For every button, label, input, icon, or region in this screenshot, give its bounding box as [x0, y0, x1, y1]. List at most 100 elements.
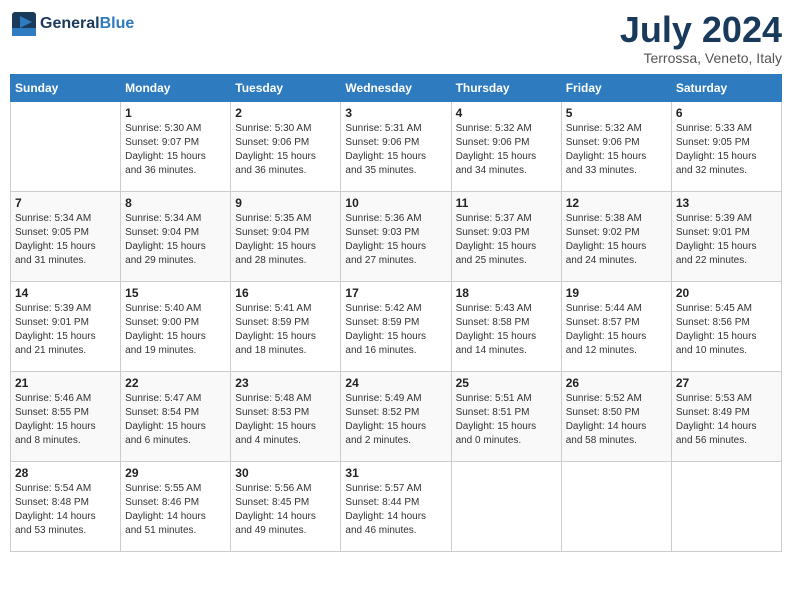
day-number: 23: [235, 376, 336, 390]
calendar-cell: 27Sunrise: 5:53 AM Sunset: 8:49 PM Dayli…: [671, 371, 781, 461]
day-info: Sunrise: 5:42 AM Sunset: 8:59 PM Dayligh…: [345, 302, 446, 358]
calendar-cell: 26Sunrise: 5:52 AM Sunset: 8:50 PM Dayli…: [561, 371, 671, 461]
day-number: 5: [566, 106, 667, 120]
day-number: 9: [235, 196, 336, 210]
day-info: Sunrise: 5:44 AM Sunset: 8:57 PM Dayligh…: [566, 302, 667, 358]
day-number: 31: [345, 466, 446, 480]
logo-general: General: [40, 15, 100, 32]
month-title: July 2024: [620, 10, 782, 50]
day-number: 3: [345, 106, 446, 120]
calendar-cell: 25 Sunrise: 5:51 AM Sunset: 8:51 PM Dayli…: [451, 371, 561, 461]
calendar-cell: 13 Sunrise: 5:39 AM Sunset: 9:01 PM Dayli…: [671, 191, 781, 281]
day-info: Sunrise: 5:34 AM Sunset: 9:05 PM Dayligh…: [15, 212, 116, 268]
day-number: 28: [15, 466, 116, 480]
day-info: Sunrise: 5:47 AM Sunset: 8:54 PM Dayligh…: [125, 392, 226, 448]
calendar-cell: 5 Sunrise: 5:32 AM Sunset: 9:06 PM Daylig…: [561, 101, 671, 191]
calendar-cell: 29Sunrise: 5:55 AM Sunset: 8:46 PM Dayli…: [121, 461, 231, 551]
calendar-cell: [671, 461, 781, 551]
header-saturday: Saturday: [671, 74, 781, 101]
day-info: Sunrise: 5:39 AM Sunset: 9:01 PM Dayligh…: [15, 302, 116, 358]
week-row-5: 28 Sunrise: 5:54 AM Sunset: 8:48 PM Dayli…: [11, 461, 782, 551]
calendar-cell: [561, 461, 671, 551]
calendar-cell: 18Sunrise: 5:43 AM Sunset: 8:58 PM Dayli…: [451, 281, 561, 371]
calendar-cell: 14 Sunrise: 5:39 AM Sunset: 9:01 PM Dayli…: [11, 281, 121, 371]
day-number: 25: [456, 376, 557, 390]
calendar-cell: 22 Sunrise: 5:47 AM Sunset: 8:54 PM Dayli…: [121, 371, 231, 461]
calendar-cell: 3 Sunrise: 5:31 AM Sunset: 9:06 PM Daylig…: [341, 101, 451, 191]
day-number: 2: [235, 106, 336, 120]
day-number: 13: [676, 196, 777, 210]
header-wednesday: Wednesday: [341, 74, 451, 101]
day-number: 15: [125, 286, 226, 300]
day-info: Sunrise: 5:45 AM Sunset: 8:56 PM Dayligh…: [676, 302, 777, 358]
week-row-2: 7 Sunrise: 5:34 AM Sunset: 9:05 PM Daylig…: [11, 191, 782, 281]
day-info: Sunrise: 5:57 AM Sunset: 8:44 PM Dayligh…: [345, 482, 446, 538]
day-info: Sunrise: 5:34 AM Sunset: 9:04 PM Dayligh…: [125, 212, 226, 268]
calendar-cell: 21 Sunrise: 5:46 AM Sunset: 8:55 PM Dayli…: [11, 371, 121, 461]
day-info: Sunrise: 5:46 AM Sunset: 8:55 PM Dayligh…: [15, 392, 116, 448]
header-thursday: Thursday: [451, 74, 561, 101]
day-info: Sunrise: 5:54 AM Sunset: 8:48 PM Dayligh…: [15, 482, 116, 538]
day-number: 14: [15, 286, 116, 300]
day-info: Sunrise: 5:38 AM Sunset: 9:02 PM Dayligh…: [566, 212, 667, 268]
day-info: Sunrise: 5:39 AM Sunset: 9:01 PM Dayligh…: [676, 212, 777, 268]
header-tuesday: Tuesday: [231, 74, 341, 101]
day-info: Sunrise: 5:43 AM Sunset: 8:58 PM Dayligh…: [456, 302, 557, 358]
calendar-cell: 11Sunrise: 5:37 AM Sunset: 9:03 PM Dayli…: [451, 191, 561, 281]
calendar-cell: 16Sunrise: 5:41 AM Sunset: 8:59 PM Dayli…: [231, 281, 341, 371]
header-friday: Friday: [561, 74, 671, 101]
day-number: 22: [125, 376, 226, 390]
week-row-3: 14 Sunrise: 5:39 AM Sunset: 9:01 PM Dayli…: [11, 281, 782, 371]
calendar-cell: 1 Sunrise: 5:30 AM Sunset: 9:07 PM Daylig…: [121, 101, 231, 191]
day-number: 16: [235, 286, 336, 300]
day-info: Sunrise: 5:31 AM Sunset: 9:06 PM Dayligh…: [345, 122, 446, 178]
day-number: 24: [345, 376, 446, 390]
day-number: 8: [125, 196, 226, 210]
day-info: Sunrise: 5:35 AM Sunset: 9:04 PM Dayligh…: [235, 212, 336, 268]
day-number: 30: [235, 466, 336, 480]
calendar-cell: 23 Sunrise: 5:48 AM Sunset: 8:53 PM Dayli…: [231, 371, 341, 461]
header-monday: Monday: [121, 74, 231, 101]
day-number: 6: [676, 106, 777, 120]
day-number: 17: [345, 286, 446, 300]
day-info: Sunrise: 5:40 AM Sunset: 9:00 PM Dayligh…: [125, 302, 226, 358]
calendar-cell: 7 Sunrise: 5:34 AM Sunset: 9:05 PM Daylig…: [11, 191, 121, 281]
day-number: 11: [456, 196, 557, 210]
day-number: 26: [566, 376, 667, 390]
day-info: Sunrise: 5:49 AM Sunset: 8:52 PM Dayligh…: [345, 392, 446, 448]
day-number: 7: [15, 196, 116, 210]
logo-icon: [10, 10, 38, 38]
calendar-cell: 31 Sunrise: 5:57 AM Sunset: 8:44 PM Dayli…: [341, 461, 451, 551]
header-sunday: Sunday: [11, 74, 121, 101]
location: Terrossa, Veneto, Italy: [620, 50, 782, 66]
calendar-cell: 20Sunrise: 5:45 AM Sunset: 8:56 PM Dayli…: [671, 281, 781, 371]
calendar-table: SundayMondayTuesdayWednesdayThursdayFrid…: [10, 74, 782, 552]
day-info: Sunrise: 5:32 AM Sunset: 9:06 PM Dayligh…: [566, 122, 667, 178]
week-row-1: 1 Sunrise: 5:30 AM Sunset: 9:07 PM Daylig…: [11, 101, 782, 191]
day-number: 1: [125, 106, 226, 120]
day-info: Sunrise: 5:36 AM Sunset: 9:03 PM Dayligh…: [345, 212, 446, 268]
day-info: Sunrise: 5:48 AM Sunset: 8:53 PM Dayligh…: [235, 392, 336, 448]
title-block: July 2024 Terrossa, Veneto, Italy: [620, 10, 782, 66]
day-number: 29: [125, 466, 226, 480]
calendar-cell: 15 Sunrise: 5:40 AM Sunset: 9:00 PM Dayli…: [121, 281, 231, 371]
calendar-cell: 17 Sunrise: 5:42 AM Sunset: 8:59 PM Dayli…: [341, 281, 451, 371]
day-number: 10: [345, 196, 446, 210]
day-number: 12: [566, 196, 667, 210]
logo-blue: Blue: [100, 15, 135, 32]
calendar-cell: 4Sunrise: 5:32 AM Sunset: 9:06 PM Daylig…: [451, 101, 561, 191]
day-info: Sunrise: 5:33 AM Sunset: 9:05 PM Dayligh…: [676, 122, 777, 178]
calendar-cell: 10 Sunrise: 5:36 AM Sunset: 9:03 PM Dayli…: [341, 191, 451, 281]
day-info: Sunrise: 5:53 AM Sunset: 8:49 PM Dayligh…: [676, 392, 777, 448]
calendar-cell: 30 Sunrise: 5:56 AM Sunset: 8:45 PM Dayli…: [231, 461, 341, 551]
day-number: 21: [15, 376, 116, 390]
day-info: Sunrise: 5:51 AM Sunset: 8:51 PM Dayligh…: [456, 392, 557, 448]
day-info: Sunrise: 5:56 AM Sunset: 8:45 PM Dayligh…: [235, 482, 336, 538]
day-info: Sunrise: 5:30 AM Sunset: 9:06 PM Dayligh…: [235, 122, 336, 178]
calendar-cell: 24 Sunrise: 5:49 AM Sunset: 8:52 PM Dayli…: [341, 371, 451, 461]
day-info: Sunrise: 5:30 AM Sunset: 9:07 PM Dayligh…: [125, 122, 226, 178]
day-info: Sunrise: 5:32 AM Sunset: 9:06 PM Dayligh…: [456, 122, 557, 178]
calendar-cell: 9 Sunrise: 5:35 AM Sunset: 9:04 PM Daylig…: [231, 191, 341, 281]
calendar-cell: 19Sunrise: 5:44 AM Sunset: 8:57 PM Dayli…: [561, 281, 671, 371]
calendar-cell: 12 Sunrise: 5:38 AM Sunset: 9:02 PM Dayli…: [561, 191, 671, 281]
